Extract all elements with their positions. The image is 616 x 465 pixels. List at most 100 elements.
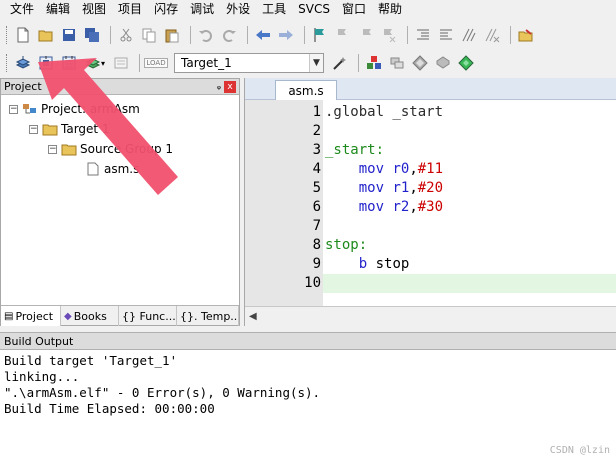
pack-manager-button[interactable] (456, 53, 476, 73)
navigate-forward-button[interactable] (276, 25, 296, 45)
unindent-button[interactable] (436, 25, 456, 45)
line-number: 10 (304, 275, 321, 291)
project-tree: − Project: armAsm − Target 1 − Source Gr… (1, 95, 239, 179)
code-line[interactable]: 5 mov r1,#20 (245, 179, 616, 198)
tree-item-label: asm.s (104, 162, 140, 176)
comment-button[interactable] (459, 25, 479, 45)
tab-functions[interactable]: {} Func... (119, 306, 177, 326)
cut-icon (120, 28, 132, 42)
tab-templates[interactable]: {}. Temp... (177, 306, 239, 326)
toolbar-grip[interactable] (6, 54, 9, 72)
tree-item-project[interactable]: − Project: armAsm (1, 99, 239, 119)
bookmark-button[interactable] (310, 25, 330, 45)
tab-project[interactable]: ▤ Project (1, 306, 61, 326)
code-line[interactable]: 9 b stop (245, 255, 616, 274)
menu-view[interactable]: 视图 (76, 0, 112, 18)
target-options-button[interactable] (330, 53, 350, 73)
menu-window[interactable]: 窗口 (336, 0, 372, 18)
current-line-highlight (323, 274, 616, 293)
select-packs-button[interactable] (387, 53, 407, 73)
code-line[interactable]: 8 stop: (245, 236, 616, 255)
tab-books[interactable]: ◆ Books (61, 306, 119, 326)
line-number: 6 (312, 199, 321, 215)
collapse-icon[interactable]: − (29, 124, 38, 134)
close-icon[interactable]: x (224, 80, 236, 93)
comment-icon (462, 28, 476, 42)
new-file-icon (17, 27, 29, 43)
flag-icon (314, 28, 324, 42)
code-line[interactable]: 2 (245, 122, 616, 141)
build-output-panel[interactable]: Build target 'Target_1' linking... ".\ar… (0, 350, 616, 465)
copy-button[interactable] (139, 25, 159, 45)
line-number: 1 (312, 104, 321, 120)
menu-peripherals[interactable]: 外设 (220, 0, 256, 18)
tree-item-source-group[interactable]: − Source Group 1 (1, 139, 239, 159)
batch-build-button[interactable]: ▾ (82, 53, 108, 73)
indent-button[interactable] (413, 25, 433, 45)
menu-help[interactable]: 帮助 (372, 0, 408, 18)
toolbar-grip[interactable] (6, 26, 9, 44)
save-button[interactable] (59, 25, 79, 45)
code-editor[interactable]: 1 .global _start 2 3 _start: 4 mov r0,#11 5 mo… (245, 100, 616, 306)
target-select[interactable]: Target_1 ▼ (174, 53, 324, 73)
undo-button[interactable] (196, 25, 216, 45)
rebuild-button[interactable] (59, 53, 79, 73)
code-line[interactable]: 1 .global _start (245, 103, 616, 122)
toolbar-separator (247, 26, 248, 44)
find-files-icon (518, 29, 533, 42)
scroll-left-icon[interactable]: ◀ (249, 311, 257, 322)
code-line[interactable]: 4 mov r0,#11 (245, 160, 616, 179)
menu-flash[interactable]: 闪存 (148, 0, 184, 18)
pin-icon[interactable]: ᵩ (217, 81, 221, 92)
manage-run-time-button[interactable] (433, 53, 453, 73)
new-file-button[interactable] (13, 25, 33, 45)
menu-project[interactable]: 项目 (112, 0, 148, 18)
redo-button[interactable] (219, 25, 239, 45)
tab-asm-file[interactable]: asm.s (275, 80, 337, 100)
watermark: CSDN @lzin (549, 445, 610, 456)
toolbar-separator (110, 26, 111, 44)
find-in-files-button[interactable] (516, 25, 536, 45)
copy-icon (142, 28, 156, 43)
stop-build-button[interactable] (111, 53, 131, 73)
menu-svcs[interactable]: SVCS (292, 0, 336, 18)
menu-debug[interactable]: 调试 (184, 0, 220, 18)
next-bookmark-button[interactable] (356, 25, 376, 45)
collapse-icon[interactable]: − (9, 104, 18, 114)
chevron-down-icon[interactable]: ▼ (309, 54, 323, 72)
menu-tools[interactable]: 工具 (256, 0, 292, 18)
collapse-icon[interactable]: − (48, 144, 57, 154)
cut-button[interactable] (116, 25, 136, 45)
tab-label: {}. Temp... (180, 309, 239, 323)
code-line[interactable]: 10 (245, 274, 616, 293)
navigate-back-button[interactable] (253, 25, 273, 45)
clear-bookmarks-button[interactable] (379, 25, 399, 45)
file-toolbar (0, 22, 616, 48)
manage-project-items-button[interactable] (364, 53, 384, 73)
code-line[interactable]: 7 (245, 217, 616, 236)
code-line[interactable]: 3 _start: (245, 141, 616, 160)
translate-button[interactable] (13, 53, 33, 73)
menu-file[interactable]: 文件 (4, 0, 40, 18)
folder-icon (42, 122, 58, 136)
build-icon (39, 56, 53, 70)
open-file-button[interactable] (36, 25, 56, 45)
toolbar-separator (304, 26, 305, 44)
pack-installer-button[interactable] (410, 53, 430, 73)
tree-item-file[interactable]: asm.s (1, 159, 239, 179)
code-line[interactable]: 6 mov r2,#30 (245, 198, 616, 217)
build-toolbar: ▾ LOAD Target_1 ▼ (0, 50, 616, 76)
editor-pane: asm.s 1 .global _start 2 3 _start: 4 mov r0,#… (244, 78, 616, 326)
prev-bookmark-button[interactable] (333, 25, 353, 45)
horizontal-scrollbar[interactable]: ◀ (245, 306, 616, 326)
save-all-button[interactable] (82, 25, 102, 45)
build-output-line: Build target 'Target_1' (4, 353, 178, 368)
project-pane: Project ᵩ x − Project: armAsm − Target 1… (0, 78, 240, 326)
paste-button[interactable] (162, 25, 182, 45)
build-button[interactable] (36, 53, 56, 73)
uncomment-button[interactable] (482, 25, 502, 45)
tree-item-target[interactable]: − Target 1 (1, 119, 239, 139)
toolbar-separator (190, 26, 191, 44)
load-button[interactable]: LOAD (144, 53, 168, 73)
menu-edit[interactable]: 编辑 (40, 0, 76, 18)
